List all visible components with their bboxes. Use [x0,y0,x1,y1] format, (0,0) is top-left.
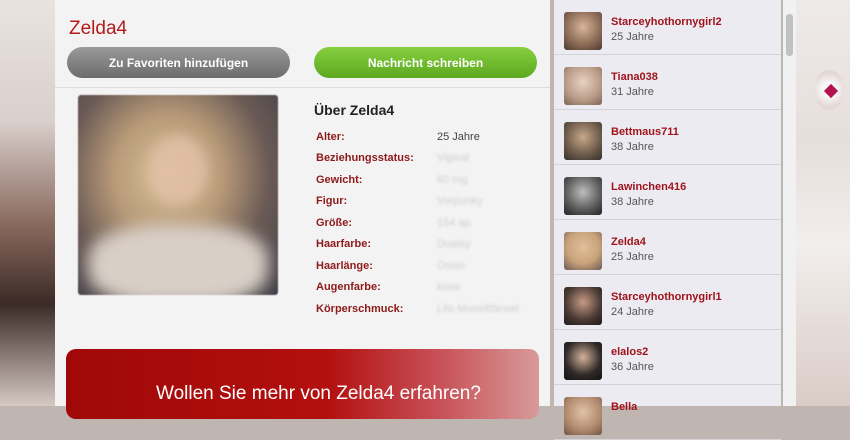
sidebar-member[interactable]: Lawinchen416 38 Jahre [554,165,781,220]
member-age: 38 Jahre [611,196,654,208]
member-age: 31 Jahre [611,86,654,98]
attr-value-blurred: Vorpunky [437,195,483,208]
attr-row-weight: Gewicht: 60 mg [316,169,519,191]
background-photo-right [796,0,850,406]
attr-value-blurred: Lilo Museltfänsel [437,302,519,315]
attr-value-blurred: Ossin [437,259,466,272]
profile-title: Zelda4 [69,18,128,39]
attr-value-blurred: kuse [437,281,461,294]
member-name[interactable]: Bella [611,401,637,413]
attr-label: Haarlänge: [316,259,373,272]
avatar[interactable] [564,397,602,435]
profile-photo[interactable] [78,95,278,295]
attr-row-eye-color: Augenfarbe: kuse [316,277,519,299]
attr-value-blurred: 154 ap [437,216,471,229]
attr-row-hair-length: Haarlänge: Ossin [316,255,519,277]
member-name[interactable]: Starceyhothornygirl2 [611,16,722,28]
background-photo-left [0,0,55,406]
avatar[interactable] [564,287,602,325]
add-favorite-button[interactable]: Zu Favoriten hinzufügen [67,47,290,78]
attr-row-relationship: Beziehungsstatus: Vigival [316,148,519,170]
member-age: 25 Jahre [611,251,654,263]
attr-row-body-jewelry: Körperschmuck: Lilo Museltfänsel [316,298,519,320]
member-age: 25 Jahre [611,31,654,43]
attr-value-blurred: 60 mg [437,173,468,186]
attr-value: 25 Jahre [437,130,480,143]
attr-value-blurred: Duaisy [437,238,471,251]
attr-label: Alter: [316,130,345,143]
sidebar-member[interactable]: Bettmaus711 38 Jahre [554,110,781,165]
scrollbar-thumb[interactable] [786,14,793,56]
member-name[interactable]: Lawinchen416 [611,181,686,193]
divider [55,87,550,88]
attr-label: Größe: [316,216,353,229]
photo-face [148,135,208,205]
member-name[interactable]: Zelda4 [611,236,646,248]
banner-text: Wollen Sie mehr von Zelda4 erfahren? [156,383,481,404]
sidebar-member[interactable]: Tiana038 31 Jahre [554,55,781,110]
sidebar-member[interactable]: Zelda4 25 Jahre [554,220,781,275]
attr-value-blurred: Vigival [437,152,470,165]
sidebar-member[interactable]: Starceyhothornygirl1 24 Jahre [554,275,781,330]
sidebar-member[interactable]: Bella [554,385,781,440]
avatar[interactable] [564,342,602,380]
avatar[interactable] [564,12,602,50]
photo-coat [88,225,268,295]
avatar[interactable] [564,67,602,105]
attr-label: Figur: [316,195,348,208]
member-age: 24 Jahre [611,306,654,318]
avatar[interactable] [564,232,602,270]
sidebar-member[interactable]: elalos2 36 Jahre [554,330,781,385]
attr-label: Haarfarbe: [316,238,372,251]
attr-label: Gewicht: [316,173,363,186]
attr-row-age: Alter: 25 Jahre [316,126,519,148]
attr-row-figure: Figur: Vorpunky [316,191,519,213]
attr-row-hair-color: Haarfarbe: Duaisy [316,234,519,256]
attr-label: Körperschmuck: [316,302,404,315]
profile-panel: Zelda4 Zu Favoriten hinzufügen Nachricht… [55,0,550,419]
sidebar-member[interactable]: Starceyhothornygirl2 25 Jahre [554,0,781,55]
more-info-banner[interactable]: Wollen Sie mehr von Zelda4 erfahren? [66,349,539,419]
avatar[interactable] [564,122,602,160]
member-name[interactable]: elalos2 [611,346,648,358]
about-title: Über Zelda4 [314,102,395,118]
attr-label: Augenfarbe: [316,281,381,294]
attribute-list: Alter: 25 Jahre Beziehungsstatus: Vigiva… [316,126,519,320]
member-age: 36 Jahre [611,361,654,373]
scrollbar[interactable] [783,0,796,406]
member-name[interactable]: Tiana038 [611,71,658,83]
member-name[interactable]: Bettmaus711 [611,126,679,138]
member-age: 38 Jahre [611,141,654,153]
member-sidebar: Starceyhothornygirl2 25 Jahre Tiana038 3… [554,0,781,440]
avatar[interactable] [564,177,602,215]
member-name[interactable]: Starceyhothornygirl1 [611,291,722,303]
attr-row-height: Größe: 154 ap [316,212,519,234]
write-message-button[interactable]: Nachricht schreiben [314,47,537,78]
attr-label: Beziehungsstatus: [316,152,414,165]
